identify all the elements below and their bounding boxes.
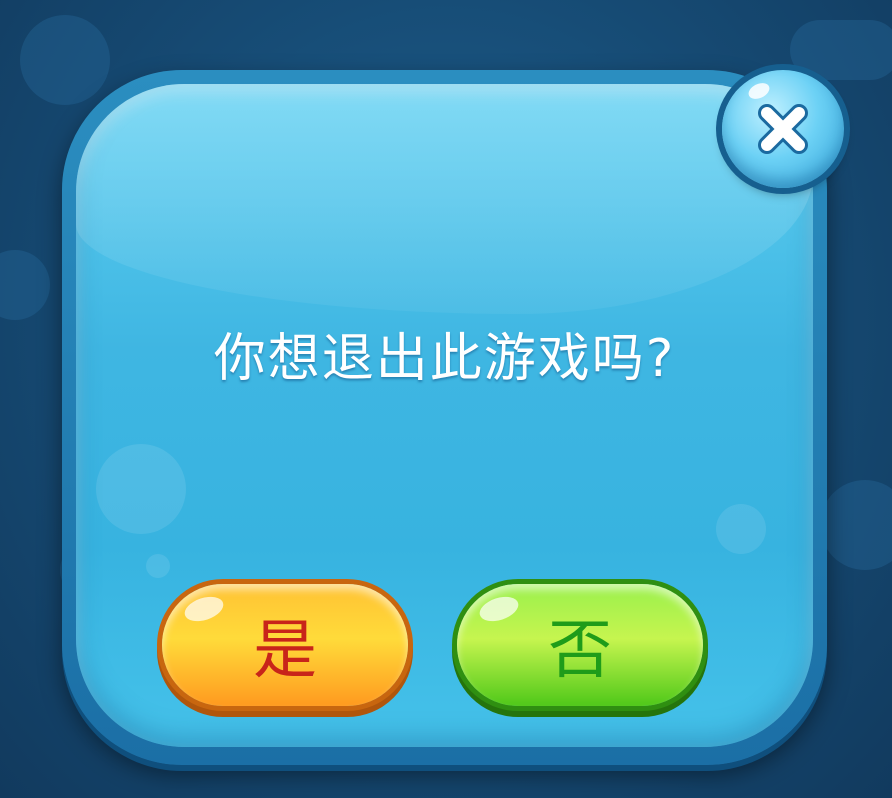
no-button[interactable]: 否 (457, 584, 703, 706)
background-decoration (790, 20, 892, 80)
bubble-decoration (716, 504, 766, 554)
dialog-message: 你想退出此游戏吗? (213, 329, 676, 389)
bubble-decoration (96, 444, 186, 534)
dialog-shine (76, 84, 813, 314)
no-button-label: 否 (548, 614, 612, 688)
background-decoration (820, 480, 892, 570)
yes-button[interactable]: 是 (162, 584, 408, 706)
dialog-panel: 你想退出此游戏吗? 是 否 (76, 84, 813, 747)
close-button[interactable] (722, 70, 844, 188)
exit-dialog: 你想退出此游戏吗? 是 否 (62, 70, 827, 765)
yes-button-label: 是 (253, 614, 317, 688)
background-decoration (0, 250, 50, 320)
close-icon (758, 104, 808, 154)
bubble-decoration (146, 554, 170, 578)
button-gloss (181, 592, 227, 626)
button-gloss (476, 592, 522, 626)
